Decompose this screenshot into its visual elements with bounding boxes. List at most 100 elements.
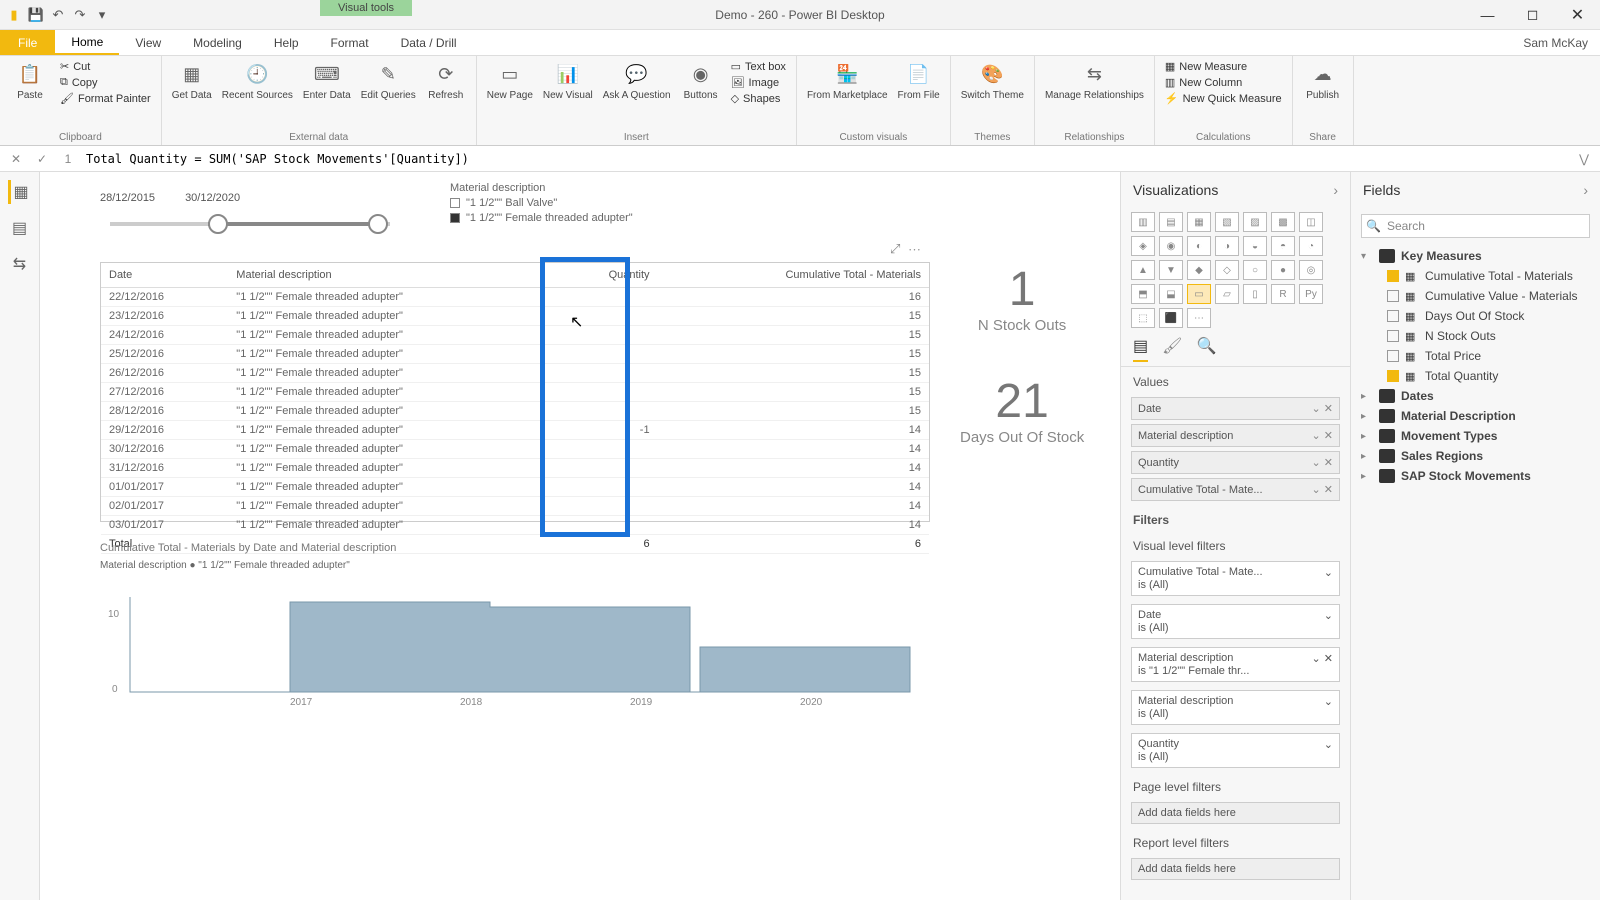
new-column-button[interactable]: ▥ New Column	[1165, 76, 1282, 89]
field-item[interactable]: ▦Cumulative Total - Materials	[1359, 266, 1592, 286]
table-row[interactable]: 30/12/2016"1 1/2"" Female threaded adupt…	[101, 440, 929, 459]
paste-button[interactable]: 📋Paste	[10, 60, 50, 101]
field-well[interactable]: Quantity⌄ ✕	[1131, 451, 1340, 474]
report-canvas[interactable]: 28/12/2015 30/12/2020 Material descripti…	[40, 172, 1120, 900]
area-chart-visual[interactable]: Cumulative Total - Materials by Date and…	[100, 542, 930, 707]
fields-search[interactable]: 🔍Search	[1361, 214, 1590, 238]
table-row[interactable]: 22/12/2016"1 1/2"" Female threaded adupt…	[101, 288, 929, 307]
field-well[interactable]: Date⌄ ✕	[1131, 397, 1340, 420]
refresh-button[interactable]: ⟳Refresh	[426, 60, 466, 101]
edit-queries-button[interactable]: ✎Edit Queries	[361, 60, 416, 101]
user-name[interactable]: Sam McKay	[1523, 36, 1588, 50]
slider-handle-left[interactable]	[208, 214, 228, 234]
recent-sources-button[interactable]: 🕘Recent Sources	[222, 60, 293, 101]
field-item[interactable]: ▦N Stock Outs	[1359, 326, 1592, 346]
col-date[interactable]: Date	[101, 263, 228, 288]
table-row[interactable]: 23/12/2016"1 1/2"" Female threaded adupt…	[101, 307, 929, 326]
redo-icon[interactable]: ↷	[72, 7, 88, 23]
filter-quantity[interactable]: Quantity⌄is (All)	[1131, 733, 1340, 768]
table-row[interactable]: 24/12/2016"1 1/2"" Female threaded adupt…	[101, 326, 929, 345]
modeling-tab[interactable]: Modeling	[177, 30, 258, 55]
commit-formula-icon[interactable]: ✓	[32, 152, 52, 166]
image-button[interactable]: 🖼 Image	[731, 76, 786, 89]
filter-cumulative[interactable]: Cumulative Total - Mate...⌄is (All)	[1131, 561, 1340, 596]
field-item[interactable]: ▦Total Price	[1359, 346, 1592, 366]
col-material[interactable]: Material description	[228, 263, 555, 288]
field-table[interactable]: ▸Dates	[1359, 386, 1592, 406]
buttons-button[interactable]: ◉Buttons	[681, 60, 721, 101]
shapes-button[interactable]: ◇ Shapes	[731, 92, 786, 105]
expand-formula-icon[interactable]: ⋁	[1574, 152, 1594, 166]
format-painter-button[interactable]: 🖌 Format Painter	[60, 92, 151, 105]
new-visual-button[interactable]: 📊New Visual	[543, 60, 593, 101]
report-view-icon[interactable]: ▦	[8, 180, 32, 204]
undo-icon[interactable]: ↶	[50, 7, 66, 23]
qat-more-icon[interactable]: ▾	[94, 7, 110, 23]
analytics-tab-icon[interactable]: 🔍	[1196, 336, 1216, 362]
publish-button[interactable]: ☁Publish	[1303, 60, 1343, 101]
field-well[interactable]: Cumulative Total - Mate...⌄ ✕	[1131, 478, 1340, 501]
from-marketplace-button[interactable]: 🏪From Marketplace	[807, 60, 888, 101]
close-button[interactable]: ✕	[1555, 0, 1600, 30]
minimize-button[interactable]: —	[1465, 0, 1510, 30]
file-tab[interactable]: File	[0, 30, 55, 55]
formula-input[interactable]	[84, 150, 1568, 168]
help-tab[interactable]: Help	[258, 30, 315, 55]
table-row[interactable]: 25/12/2016"1 1/2"" Female threaded adupt…	[101, 345, 929, 364]
manage-relationships-button[interactable]: ⇆Manage Relationships	[1045, 60, 1144, 101]
table-row[interactable]: 28/12/2016"1 1/2"" Female threaded adupt…	[101, 402, 929, 421]
new-quick-measure-button[interactable]: ⚡ New Quick Measure	[1165, 92, 1282, 105]
field-table[interactable]: ▸Movement Types	[1359, 426, 1592, 446]
data-view-icon[interactable]: ▤	[8, 216, 32, 240]
table-row[interactable]: 02/01/2017"1 1/2"" Female threaded adupt…	[101, 497, 929, 516]
filter-date[interactable]: Date⌄is (All)	[1131, 604, 1340, 639]
field-table[interactable]: ▸SAP Stock Movements	[1359, 466, 1592, 486]
view-tab[interactable]: View	[119, 30, 177, 55]
filter-material-1[interactable]: Material description⌄ ✕is "1 1/2"" Femal…	[1131, 647, 1340, 682]
slider-handle-right[interactable]	[368, 214, 388, 234]
field-table[interactable]: ▸Material Description	[1359, 406, 1592, 426]
table-row[interactable]: 26/12/2016"1 1/2"" Female threaded adupt…	[101, 364, 929, 383]
model-view-icon[interactable]: ⇆	[8, 252, 32, 276]
ask-question-button[interactable]: 💬Ask A Question	[603, 60, 671, 101]
field-table[interactable]: ▸Sales Regions	[1359, 446, 1592, 466]
get-data-button[interactable]: ▦Get Data	[172, 60, 212, 101]
format-tab-icon[interactable]: 🖌	[1162, 336, 1182, 362]
switch-theme-button[interactable]: 🎨Switch Theme	[961, 60, 1024, 101]
fields-tab-icon[interactable]: ▤	[1133, 336, 1148, 362]
col-quantity[interactable]: Quantity	[556, 263, 658, 288]
datadrill-tab[interactable]: Data / Drill	[385, 30, 473, 55]
cancel-formula-icon[interactable]: ✕	[6, 152, 26, 166]
table-row[interactable]: 31/12/2016"1 1/2"" Female threaded adupt…	[101, 459, 929, 478]
copy-button[interactable]: ⧉ Copy	[60, 76, 151, 89]
field-well[interactable]: Material description⌄ ✕	[1131, 424, 1340, 447]
date-slicer[interactable]: 28/12/2015 30/12/2020	[100, 192, 400, 226]
save-icon[interactable]: 💾	[28, 7, 44, 23]
report-filter-drop[interactable]: Add data fields here	[1131, 858, 1340, 880]
from-file-button[interactable]: 📄From File	[898, 60, 940, 101]
visual-options-icon[interactable]: ⤢ ⋯	[890, 241, 923, 257]
field-item[interactable]: ▦Total Quantity	[1359, 366, 1592, 386]
new-page-button[interactable]: ▭New Page	[487, 60, 533, 101]
table-row[interactable]: 27/12/2016"1 1/2"" Female threaded adupt…	[101, 383, 929, 402]
page-filter-drop[interactable]: Add data fields here	[1131, 802, 1340, 824]
maximize-button[interactable]: ◻	[1510, 0, 1555, 30]
new-measure-button[interactable]: ▦ New Measure	[1165, 60, 1282, 73]
field-item[interactable]: ▦Days Out Of Stock	[1359, 306, 1592, 326]
enter-data-button[interactable]: ⌨Enter Data	[303, 60, 351, 101]
visual-tools-tab[interactable]: Visual tools	[320, 0, 412, 16]
textbox-button[interactable]: ▭ Text box	[731, 60, 786, 73]
table-row[interactable]: 03/01/2017"1 1/2"" Female threaded adupt…	[101, 516, 929, 535]
home-tab[interactable]: Home	[55, 30, 119, 55]
viz-gallery[interactable]: ▥▤▦▧▨▩◫ ◈◉◐◑◒◓◔ ▲▼◆◇○●◎ ⬒⬓▭▱▯RPy ⬚⬛⋯	[1121, 208, 1350, 332]
field-table[interactable]: ▾Key Measures	[1359, 246, 1592, 266]
collapse-fields-icon[interactable]: ›	[1583, 182, 1588, 198]
field-item[interactable]: ▦Cumulative Value - Materials	[1359, 286, 1592, 306]
table-visual[interactable]: ⤢ ⋯ Date Material description Quantity C…	[100, 262, 930, 522]
format-tab[interactable]: Format	[315, 30, 385, 55]
cut-button[interactable]: ✂ Cut	[60, 60, 151, 73]
filter-material-2[interactable]: Material description⌄is (All)	[1131, 690, 1340, 725]
table-row[interactable]: 29/12/2016"1 1/2"" Female threaded adupt…	[101, 421, 929, 440]
collapse-icon[interactable]: ›	[1333, 182, 1338, 198]
col-cumulative[interactable]: Cumulative Total - Materials	[658, 263, 929, 288]
